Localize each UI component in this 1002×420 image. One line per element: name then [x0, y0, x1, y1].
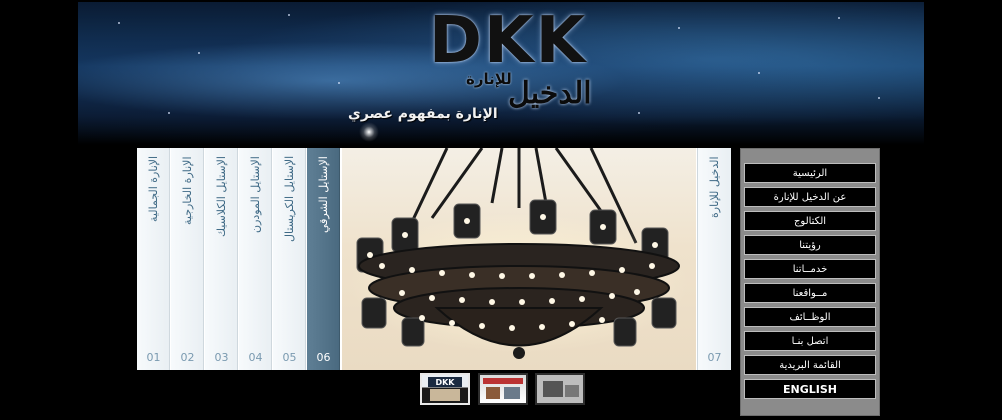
panel-label: الإنارة الخارجية [181, 156, 194, 225]
thumbnail-showroom[interactable] [535, 373, 585, 405]
thumbnail-logo[interactable]: DKK [420, 373, 470, 405]
panel-number: 07 [707, 351, 722, 364]
panel-number: 06 [316, 351, 331, 364]
panel-number: 05 [282, 351, 297, 364]
tagline: الإنارة بمفهوم عصري [348, 106, 498, 122]
lens-flare-icon [359, 122, 379, 142]
header-banner: DKK للإنارة الدخيل الإنارة بمفهوم عصري [78, 2, 924, 145]
main-nav-menu: الرئيسية عن الدخيل للإنارة الكتالوج رؤيت… [740, 148, 880, 416]
panel-number: 02 [180, 351, 195, 364]
gallery-panel-07[interactable]: الدخيل للإنارة 07 [697, 148, 731, 370]
gallery-panel-06[interactable]: الإستايل الشرقي 06 [307, 148, 340, 370]
gallery-panel-03[interactable]: الإستايل الكلاسيك 03 [205, 148, 238, 370]
thumbnail-catalog[interactable] [478, 373, 528, 405]
thumbnail-logo-text: DKK [435, 378, 455, 387]
page: DKK للإنارة الدخيل الإنارة بمفهوم عصري ا… [0, 0, 1002, 420]
gallery-panel-01[interactable]: الإنارة الجمالية 01 [137, 148, 170, 370]
nav-about[interactable]: عن الدخيل للإنارة [744, 187, 876, 207]
gallery-panel-05[interactable]: الإستايل الكريستال 05 [273, 148, 306, 370]
panel-label: الإستايل الكريستال [283, 156, 296, 243]
chandelier-photo [342, 148, 696, 370]
logo-arabic: الدخيل [508, 76, 592, 111]
logo-dkk[interactable]: DKK [408, 4, 608, 78]
panel-number: 04 [248, 351, 263, 364]
nav-contact[interactable]: اتصل بنـا [744, 331, 876, 351]
logo-arabic-small: للإنارة [466, 70, 512, 88]
nav-home[interactable]: الرئيسية [744, 163, 876, 183]
panel-label: الإستايل المودرن [249, 156, 262, 233]
nav-english[interactable]: ENGLISH [744, 379, 876, 399]
panel-number: 01 [146, 351, 161, 364]
panel-label: الإستايل الشرقي [317, 156, 330, 233]
category-gallery: الإنارة الجمالية 01 الإنارة الخارجية 02 … [137, 148, 731, 370]
nav-locations[interactable]: مــواقعنا [744, 283, 876, 303]
panel-label: الإنارة الجمالية [147, 156, 160, 223]
panel-label: الدخيل للإنارة [708, 156, 721, 218]
nav-services[interactable]: خدمــاتنا [744, 259, 876, 279]
nav-mailing-list[interactable]: القائمة البريدية [744, 355, 876, 375]
gallery-panel-04[interactable]: الإستايل المودرن 04 [239, 148, 272, 370]
panel-label: الإستايل الكلاسيك [215, 156, 228, 237]
panel-number: 03 [214, 351, 229, 364]
nav-catalog[interactable]: الكتالوج [744, 211, 876, 231]
gallery-panel-02[interactable]: الإنارة الخارجية 02 [171, 148, 204, 370]
nav-jobs[interactable]: الوظــائف [744, 307, 876, 327]
nav-vision[interactable]: رؤيتنا [744, 235, 876, 255]
